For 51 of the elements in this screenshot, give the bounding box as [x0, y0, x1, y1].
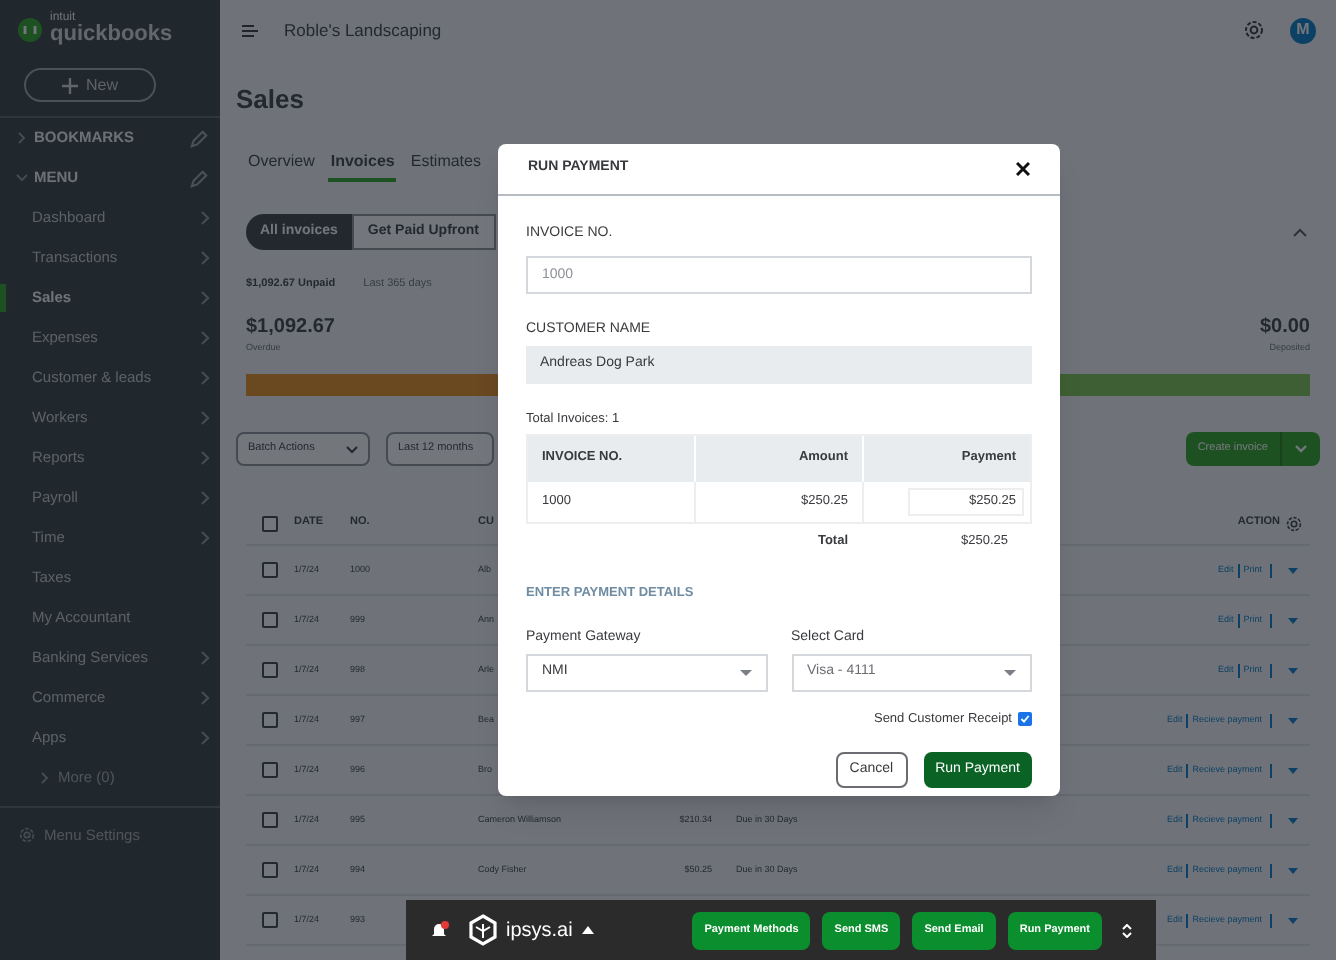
collapse-icon[interactable] [1122, 923, 1132, 937]
settings-icon[interactable] [1286, 515, 1302, 531]
row-checkbox[interactable] [262, 662, 278, 678]
caret-down-icon [1004, 670, 1016, 676]
row-checkbox[interactable] [262, 762, 278, 778]
bell-icon[interactable] [430, 920, 450, 940]
page-title: Sales [236, 84, 304, 114]
pencil-icon[interactable] [190, 169, 208, 187]
receipt-checkbox[interactable] [1018, 712, 1032, 727]
caret-down-icon[interactable] [1288, 767, 1298, 773]
logo-text: quickbooks [50, 24, 173, 46]
row-checkbox[interactable] [262, 812, 278, 828]
caret-down-icon[interactable] [1288, 817, 1298, 823]
chevron-down-icon [346, 445, 358, 453]
caret-up-icon[interactable] [582, 926, 595, 934]
brand-name: ipsys.ai [506, 917, 573, 945]
chevron-up-icon[interactable] [1292, 227, 1308, 237]
pencil-icon[interactable] [190, 129, 208, 147]
page-tab[interactable]: Estimates [408, 150, 483, 182]
new-button[interactable]: New [24, 68, 156, 102]
row-checkbox[interactable] [262, 862, 278, 878]
row-checkbox[interactable] [262, 712, 278, 728]
create-options-button[interactable] [1280, 432, 1320, 466]
caret-down-icon[interactable] [1288, 717, 1298, 723]
user-avatar[interactable]: M [1290, 17, 1316, 43]
caret-down-icon[interactable] [1288, 567, 1298, 573]
cube-logo-icon [468, 914, 498, 946]
row-checkbox[interactable] [262, 562, 278, 578]
page-tab[interactable]: Overview [246, 150, 317, 182]
company-name: Roble's Landscaping [284, 17, 442, 43]
plus-icon [61, 77, 78, 93]
caret-down-icon [739, 670, 751, 676]
chevron-right-icon [40, 772, 50, 784]
caret-down-icon[interactable] [1288, 617, 1298, 623]
chevron-right-icon [16, 132, 28, 144]
deposited-amount: $0.00 [1259, 314, 1310, 343]
menu-icon[interactable] [242, 23, 258, 37]
settings-icon[interactable] [1244, 20, 1264, 40]
overdue-amount: $1,092.67 [246, 314, 335, 343]
page-tab[interactable]: Invoices [328, 150, 397, 182]
row-checkbox[interactable] [262, 612, 278, 628]
close-icon[interactable] [1016, 162, 1030, 176]
chevron-down-icon [16, 172, 28, 184]
settings-icon[interactable] [18, 826, 36, 844]
row-checkbox[interactable] [262, 515, 278, 531]
caret-down-icon[interactable] [1288, 867, 1298, 873]
chevron-down-icon [1294, 444, 1308, 454]
caret-down-icon[interactable] [1288, 667, 1298, 673]
row-checkbox[interactable] [262, 912, 278, 928]
caret-down-icon[interactable] [1288, 917, 1298, 923]
logo-icon [18, 17, 42, 41]
